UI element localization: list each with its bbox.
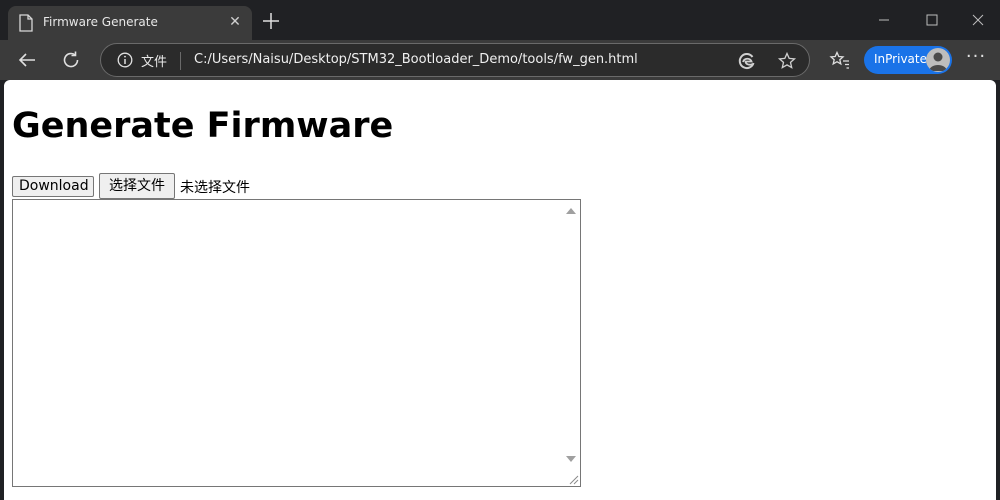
page-title: Generate Firmware: [12, 106, 394, 146]
download-button[interactable]: Download: [12, 176, 94, 197]
no-file-text: 未选择文件: [180, 180, 250, 196]
inprivate-label: InPrivate: [874, 52, 927, 66]
minimize-icon[interactable]: [874, 10, 894, 30]
address-bar[interactable]: 文件 C:/Users/Naisu/Desktop/STM32_Bootload…: [100, 43, 810, 77]
reload-icon[interactable]: [59, 48, 83, 72]
url-text[interactable]: C:/Users/Naisu/Desktop/STM32_Bootloader_…: [194, 52, 638, 67]
title-bar: Firmware Generate ✕: [0, 0, 1000, 40]
maximize-icon[interactable]: [922, 10, 942, 30]
avatar: [926, 48, 950, 72]
scroll-up-arrow-icon[interactable]: [566, 208, 576, 214]
tab-title: Firmware Generate: [43, 15, 158, 29]
close-icon[interactable]: [968, 10, 988, 30]
page-icon: [19, 14, 33, 32]
page-viewport: Generate Firmware Download 选择文件 未选择文件: [4, 80, 996, 500]
avatar-person-icon: [929, 52, 947, 71]
new-tab-icon[interactable]: [260, 10, 282, 32]
star-icon[interactable]: [777, 51, 797, 71]
inprivate-button[interactable]: InPrivate: [864, 46, 952, 74]
address-divider: [180, 52, 181, 70]
edge-icon[interactable]: [737, 51, 757, 71]
info-icon[interactable]: [117, 52, 133, 68]
scroll-down-arrow-icon[interactable]: [566, 456, 576, 462]
browser-tab[interactable]: Firmware Generate ✕: [8, 6, 252, 40]
file-scheme-label: 文件: [141, 55, 168, 70]
back-arrow-icon[interactable]: [15, 48, 39, 72]
favorites-icon[interactable]: [828, 48, 852, 72]
more-icon[interactable]: ···: [964, 48, 988, 70]
choose-file-button[interactable]: 选择文件: [99, 173, 175, 199]
resize-grip-icon[interactable]: [567, 473, 579, 485]
tab-close-icon[interactable]: ✕: [228, 15, 242, 29]
firmware-textarea[interactable]: [12, 199, 581, 487]
